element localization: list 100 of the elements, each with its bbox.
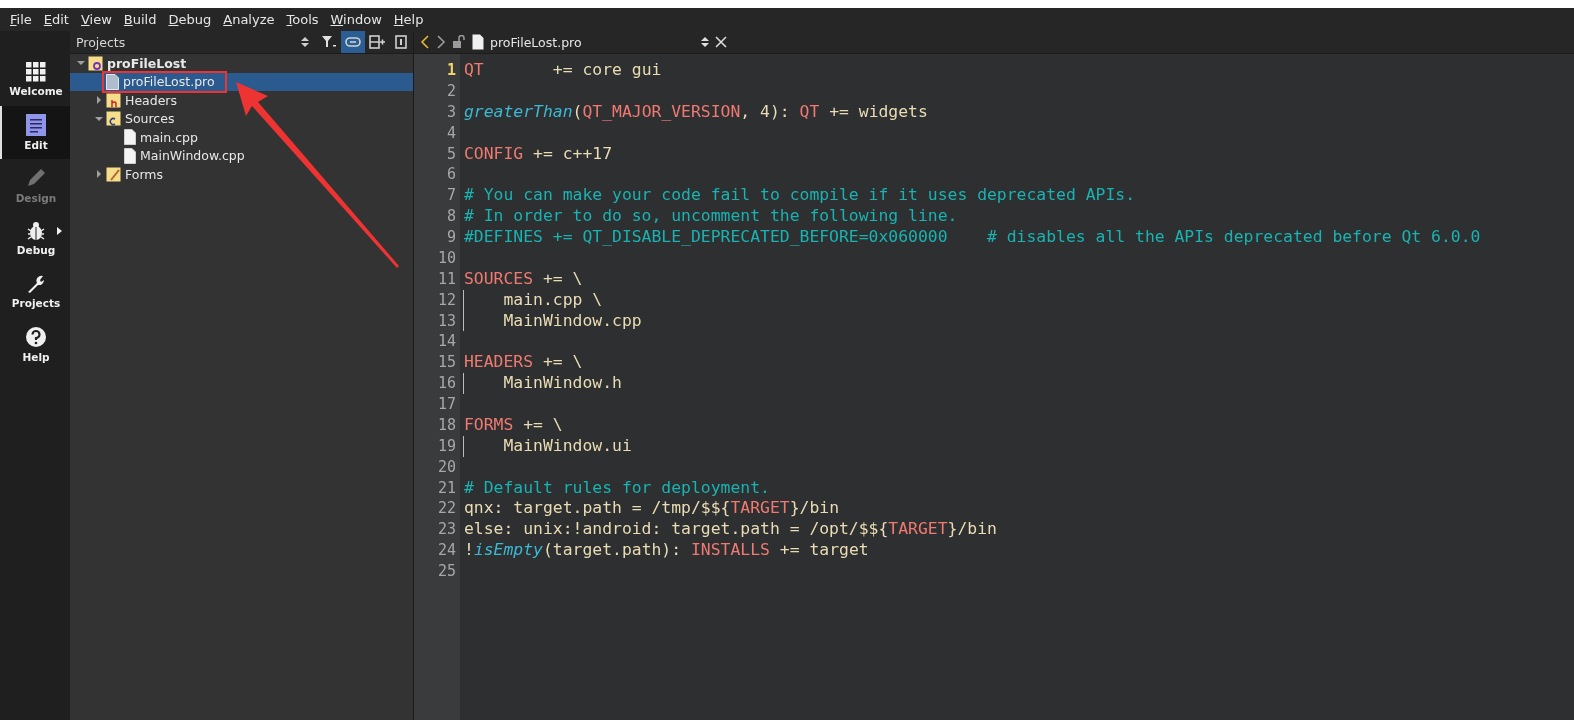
mode-button[interactable]: Edit <box>0 106 70 159</box>
project-folder-icon <box>88 55 103 71</box>
menu-item[interactable]: Build <box>117 12 163 27</box>
file-name[interactable]: proFileLost.pro <box>490 34 695 50</box>
code-token: isEmpty <box>473 540 543 561</box>
menu-item[interactable]: Window <box>324 12 388 27</box>
code-token: }/bin <box>947 519 997 541</box>
code-token: # Default rules for deployment. <box>464 477 770 499</box>
code-token: (target.path): <box>542 540 683 561</box>
code-token: MainWindow.cpp <box>502 310 642 332</box>
file-icon <box>124 129 136 146</box>
code-token: # You can make your code fail to compile if it uses deprecated APIs. <box>464 185 1136 207</box>
line-number: 23 <box>436 519 457 541</box>
line-number: 19 <box>436 435 457 457</box>
code-token: SOURCES <box>464 268 534 290</box>
file-icon <box>106 73 119 90</box>
tree-row[interactable]: MainWindow.cpp <box>70 146 413 165</box>
submenu-arrow-icon[interactable] <box>57 227 62 235</box>
grid-icon <box>26 62 46 82</box>
code-token: INSTALLS <box>691 540 770 561</box>
tree-row[interactable]: proFileLost.pro <box>70 72 413 91</box>
line-number: 7 <box>445 185 457 207</box>
unlock-icon[interactable] <box>452 35 466 49</box>
line-number: 16 <box>436 373 457 394</box>
document-icon <box>26 114 46 136</box>
menu-item[interactable]: File <box>4 12 38 27</box>
code-token: main.cpp \ <box>502 289 603 311</box>
line-number: 25 <box>436 561 457 582</box>
line-number: 8 <box>445 206 457 227</box>
line-number: 1 <box>445 60 457 81</box>
code-token: qnx: target.path = /tmp/$${ <box>464 498 731 520</box>
line-number: 24 <box>436 540 457 561</box>
code-token: }/bin <box>789 498 839 520</box>
line-number: 14 <box>436 331 457 353</box>
tree-item-label[interactable]: Sources <box>125 111 175 127</box>
tree-row[interactable]: main.cpp <box>70 128 413 147</box>
tree-item-label[interactable]: main.cpp <box>140 129 198 145</box>
tree-item-label[interactable]: proFileLost <box>107 55 187 71</box>
mode-button[interactable]: Projects <box>0 265 70 318</box>
line-number: 3 <box>445 101 457 123</box>
code-token: FORMS <box>464 414 514 436</box>
line-number: 17 <box>436 394 457 415</box>
line-number: 5 <box>445 143 457 165</box>
menu-item[interactable]: Debug <box>162 12 218 27</box>
sort-arrows-icon[interactable] <box>701 36 709 48</box>
collapsed-caret-icon[interactable] <box>95 96 103 105</box>
code-token: else: unix:!android: target.path = /opt/$${ <box>464 519 889 541</box>
line-number: 22 <box>436 498 457 520</box>
form-folder-icon <box>106 166 121 182</box>
tree-row[interactable]: Sources <box>70 109 413 128</box>
menu-item[interactable]: Tools <box>280 12 325 27</box>
code-token: QT <box>799 101 820 123</box>
code-token: , 4): <box>740 101 791 123</box>
mode-button[interactable]: Debug <box>0 212 70 265</box>
close-icon[interactable] <box>715 36 727 48</box>
line-number: 9 <box>445 227 457 248</box>
menu-item[interactable]: Analyze <box>217 12 281 27</box>
code-token: greaterThan <box>464 101 573 123</box>
line-number: 10 <box>436 247 457 269</box>
code-token: += core gui <box>551 60 662 81</box>
code-token: HEADERS <box>464 352 534 374</box>
tree-item-label[interactable]: proFileLost.pro <box>123 74 215 90</box>
code-token: #DEFINES += QT_DISABLE_DEPRECATED_BEFORE=0x060000 # disables all the APIs deprecated before Qt 6.0.0 <box>464 227 1481 248</box>
line-number: 15 <box>436 352 457 374</box>
tree-item-label[interactable]: Forms <box>125 166 163 182</box>
code-token: CONFIG <box>464 143 524 165</box>
code-token: TARGET <box>730 498 790 520</box>
line-number: 2 <box>445 80 457 102</box>
file-icon <box>472 34 484 50</box>
wrench-icon <box>26 274 46 294</box>
expanded-caret-icon[interactable] <box>95 114 103 123</box>
menu-item[interactable]: Edit <box>37 12 75 27</box>
link-icon[interactable] <box>341 31 365 53</box>
code-token: += c++17 <box>532 143 613 165</box>
mode-button[interactable]: Welcome <box>0 53 70 106</box>
line-number: 20 <box>436 456 457 478</box>
menu-item[interactable]: View <box>74 12 118 27</box>
source-folder-icon <box>106 111 121 127</box>
tree-row[interactable]: Headers <box>70 91 413 110</box>
line-number: 21 <box>436 477 457 499</box>
code-token: += \ <box>522 414 563 436</box>
tree-item-label[interactable]: Headers <box>125 92 178 108</box>
header-folder-icon <box>106 92 121 108</box>
tree-row[interactable]: Forms <box>70 165 413 184</box>
line-number: 6 <box>445 164 457 186</box>
code-token: += widgets <box>828 101 928 123</box>
bug-icon <box>26 221 46 241</box>
code-token: ! <box>464 540 474 561</box>
code-token: # In order to do so, uncomment the following line. <box>464 206 958 227</box>
collapsed-caret-icon[interactable] <box>95 170 103 179</box>
panel-title: Projects <box>76 34 127 50</box>
expanded-caret-icon[interactable] <box>77 59 85 68</box>
file-icon <box>124 147 136 164</box>
menu-item[interactable]: Help <box>387 12 430 27</box>
code-token: += target <box>778 540 869 561</box>
code-token: += \ <box>541 352 583 374</box>
code-token: QT_MAJOR_VERSION <box>582 101 741 123</box>
mode-button[interactable]: Help <box>0 318 70 371</box>
tree-item-label[interactable]: MainWindow.cpp <box>140 148 245 164</box>
tree-row[interactable]: proFileLost <box>70 54 413 73</box>
